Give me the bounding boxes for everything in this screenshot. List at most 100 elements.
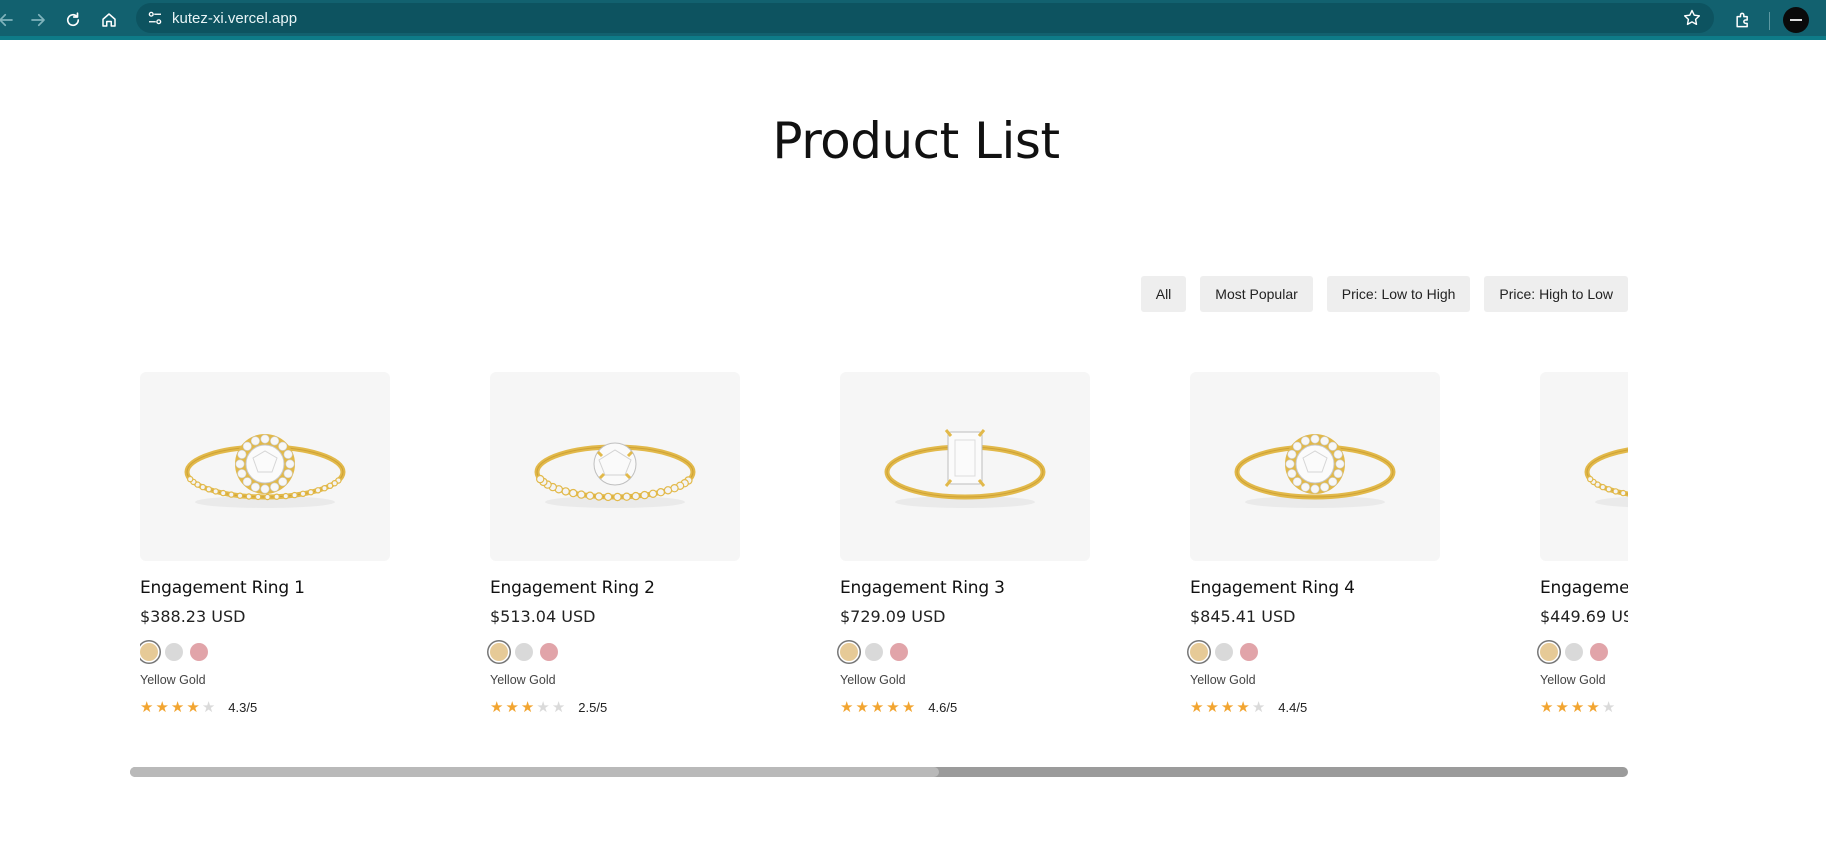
product-image[interactable] [1540,372,1628,561]
product-image[interactable] [140,372,390,561]
rating-score: 4.6/5 [928,700,958,715]
color-swatches [1540,643,1628,661]
ring-image [184,434,346,508]
product-image[interactable] [490,372,740,561]
swatch-rose-gold[interactable] [1240,643,1258,661]
product-image[interactable] [1190,372,1440,561]
product-card[interactable]: Engagement Ring 2 $513.04 USD Yellow Gold ★… [490,372,740,715]
product-image[interactable] [840,372,1090,561]
profile-avatar[interactable] [1783,7,1809,33]
product-price: $845.41 USD [1190,607,1296,626]
swatch-rose-gold[interactable] [190,643,208,661]
browser-toolbar: kutez-xi.vercel.app [0,0,1826,40]
selected-metal-label: Yellow Gold [490,673,556,687]
product-price: $513.04 USD [490,607,596,626]
ring-image [884,429,1046,508]
product-rating: ★ ★ ★ ★ ★ 2.5/5 [490,700,740,715]
star-icon: ★ [505,699,519,716]
swatch-white-gold[interactable] [865,643,883,661]
site-settings-icon[interactable] [146,9,164,27]
ring-image [1234,434,1396,508]
forward-arrow-icon[interactable] [24,6,52,34]
selected-metal-label: Yellow Gold [1190,673,1256,687]
swatch-white-gold[interactable] [515,643,533,661]
color-swatches [490,643,740,661]
filter-all-button[interactable]: All [1140,276,1187,312]
product-name[interactable]: Engagement Ring 4 [1190,578,1440,598]
star-icon: ★ [155,699,169,716]
star-icon: ★ [855,699,869,716]
swatch-yellow-gold[interactable] [840,643,858,661]
swatch-rose-gold[interactable] [1590,643,1608,661]
star-icon: ★ [140,699,154,716]
star-icon: ★ [186,699,200,716]
reload-icon[interactable] [59,6,87,34]
product-price: $729.09 USD [840,607,946,626]
swatch-rose-gold[interactable] [890,643,908,661]
url-text[interactable]: kutez-xi.vercel.app [172,10,297,27]
filter-price-low-high-button[interactable]: Price: Low to High [1326,276,1471,312]
swatch-yellow-gold[interactable] [140,643,158,661]
product-price: $449.69 USD [1540,607,1628,626]
selected-metal-label: Yellow Gold [840,673,906,687]
extensions-icon[interactable] [1729,6,1757,34]
carousel-scrollbar-thumb[interactable] [130,767,939,777]
filter-price-high-low-button[interactable]: Price: High to Low [1484,276,1628,312]
ring-image [1584,447,1628,508]
star-icon: ★ [1601,699,1616,716]
ring-image [534,442,696,508]
star-icon: ★ [1540,699,1554,716]
product-card[interactable]: Engagement Ring 3 $729.09 USD Yellow Gold ★… [840,372,1090,715]
star-icon: ★ [840,699,854,716]
carousel-scrollbar[interactable] [130,767,1628,777]
star-icon: ★ [1570,699,1585,716]
product-card[interactable]: Engagement Ring 5 $449.69 USD Yellow Gold ★… [1540,372,1628,715]
star-icon: ★ [536,699,550,716]
product-rating: ★ ★ ★ ★ ★ 4.4/5 [1190,700,1440,715]
swatch-white-gold[interactable] [165,643,183,661]
sort-filter-bar: All Most Popular Price: Low to High Pric… [1140,276,1628,312]
swatch-yellow-gold[interactable] [1190,643,1208,661]
star-icon: ★ [1586,699,1600,716]
star-icon: ★ [901,699,916,716]
star-icon: ★ [201,699,216,716]
star-icon: ★ [170,699,185,716]
filter-most-popular-button[interactable]: Most Popular [1200,276,1313,312]
star-icon: ★ [886,699,900,716]
product-name[interactable]: Engagement Ring 1 [140,578,390,598]
product-rating: ★★★★★3.6/5 [1540,700,1628,715]
star-icon: ★ [1251,699,1266,716]
product-name[interactable]: Engagement Ring 5 [1540,578,1628,598]
product-carousel[interactable]: Engagement Ring 1 $388.23 USD Yellow Gold ★… [140,372,1628,732]
rating-score: 2.5/5 [578,700,608,715]
swatch-white-gold[interactable] [1565,643,1583,661]
star-icon: ★ [1205,699,1219,716]
swatch-yellow-gold[interactable] [1540,643,1558,661]
star-icon: ★ [1220,699,1235,716]
product-card[interactable]: Engagement Ring 1 $388.23 USD Yellow Gold ★… [140,372,390,715]
product-rating: ★ ★ ★ ★ ★ 4.3/5 [140,700,390,715]
color-swatches [140,643,390,661]
rating-score: 4.3/5 [228,700,258,715]
swatch-white-gold[interactable] [1215,643,1233,661]
product-name[interactable]: Engagement Ring 2 [490,578,740,598]
star-icon: ★ [551,699,566,716]
swatch-yellow-gold[interactable] [490,643,508,661]
home-icon[interactable] [95,6,123,34]
star-icon: ★ [520,699,535,716]
color-swatches [840,643,1090,661]
product-name[interactable]: Engagement Ring 3 [840,578,1090,598]
toolbar-divider [1769,12,1770,30]
product-rating: ★ ★ ★ ★ ★ 4.6/5 [840,700,1090,715]
star-icon: ★ [1236,699,1250,716]
product-card[interactable]: Engagement Ring 4 $845.41 USD Yellow Gold ★… [1190,372,1440,715]
selected-metal-label: Yellow Gold [1540,673,1606,687]
star-icon: ★ [490,699,504,716]
bookmark-star-icon[interactable] [1682,8,1702,28]
product-price: $388.23 USD [140,607,246,626]
address-bar[interactable]: kutez-xi.vercel.app [136,3,1714,33]
swatch-rose-gold[interactable] [540,643,558,661]
star-icon: ★ [1555,699,1569,716]
back-arrow-icon[interactable] [0,6,20,34]
star-icon: ★ [870,699,885,716]
